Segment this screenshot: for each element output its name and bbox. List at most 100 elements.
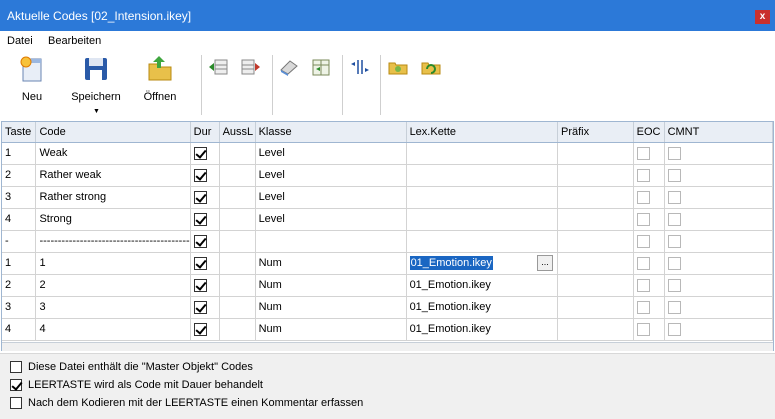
cell-code[interactable]: Rather weak	[35, 164, 191, 187]
save-button[interactable]: Speichern	[66, 54, 126, 103]
dur-checkbox[interactable]	[193, 190, 207, 204]
dur-checkbox[interactable]	[193, 212, 207, 226]
eoc-checkbox[interactable]	[636, 190, 650, 204]
table-row[interactable]: 1 1 Num 01_Emotion.ikey...	[2, 252, 774, 275]
cell-dur[interactable]	[190, 274, 220, 297]
cell-taste[interactable]: 3	[2, 296, 37, 319]
cell-code[interactable]: Strong	[35, 208, 191, 231]
cell-aussl[interactable]	[219, 252, 256, 275]
cell-cmnt[interactable]	[664, 230, 774, 253]
cell-lex-kette[interactable]	[406, 164, 559, 187]
eoc-checkbox[interactable]	[636, 300, 650, 314]
cell-praefix[interactable]	[557, 274, 634, 297]
col-header-aussl[interactable]: AussL	[219, 122, 256, 143]
dur-checkbox[interactable]	[193, 322, 207, 336]
cell-klasse[interactable]: Level	[255, 186, 407, 209]
close-button[interactable]: x	[755, 10, 770, 24]
table-row[interactable]: 4 4 Num 01_Emotion.ikey	[2, 318, 774, 341]
cell-eoc[interactable]	[633, 186, 665, 209]
cmnt-checkbox[interactable]	[667, 168, 681, 182]
cell-lex-kette[interactable]	[406, 230, 559, 253]
codes-table[interactable]: Taste Code Dur AussL Klasse Lex.Kette Pr…	[1, 121, 774, 351]
eoc-checkbox[interactable]	[636, 168, 650, 182]
eoc-checkbox[interactable]	[636, 212, 650, 226]
cell-code[interactable]: 1	[35, 252, 191, 275]
col-header-taste[interactable]: Taste	[2, 122, 37, 143]
insert-row-right-icon[interactable]	[240, 57, 262, 77]
table-row[interactable]: - ---------------------------------------…	[2, 230, 774, 253]
dur-checkbox[interactable]	[193, 234, 207, 248]
col-header-cmnt[interactable]: CMNT	[664, 122, 774, 143]
cell-code[interactable]: Rather strong	[35, 186, 191, 209]
cell-dur[interactable]	[190, 318, 220, 341]
cell-code[interactable]: 3	[35, 296, 191, 319]
table-refresh-icon[interactable]	[310, 57, 332, 77]
cell-klasse[interactable]	[255, 230, 407, 253]
cell-eoc[interactable]	[633, 164, 665, 187]
eoc-checkbox[interactable]	[636, 256, 650, 270]
eraser-icon[interactable]	[278, 57, 300, 77]
cell-lex-kette[interactable]: 01_Emotion.ikey	[406, 318, 559, 341]
cell-aussl[interactable]	[219, 230, 256, 253]
col-header-praefix[interactable]: Präfix	[557, 122, 634, 143]
col-header-eoc[interactable]: EOC	[633, 122, 665, 143]
cell-klasse[interactable]: Level	[255, 164, 407, 187]
cell-taste[interactable]: 4	[2, 208, 37, 231]
cell-taste[interactable]: 2	[2, 164, 37, 187]
cell-aussl[interactable]	[219, 296, 256, 319]
cell-lex-kette[interactable]: 01_Emotion.ikey	[406, 274, 559, 297]
table-row[interactable]: 2 Rather weak Level	[2, 164, 774, 187]
cell-cmnt[interactable]	[664, 186, 774, 209]
cell-cmnt[interactable]	[664, 208, 774, 231]
cell-lex-kette[interactable]	[406, 142, 559, 165]
cell-praefix[interactable]	[557, 208, 634, 231]
cell-cmnt[interactable]	[664, 274, 774, 297]
cell-lex-kette[interactable]: 01_Emotion.ikey	[406, 296, 559, 319]
folder-key-icon[interactable]	[387, 57, 409, 77]
table-row[interactable]: 1 Weak Level	[2, 142, 774, 165]
cell-lex-kette[interactable]: 01_Emotion.ikey...	[406, 252, 559, 275]
cell-dur[interactable]	[190, 230, 220, 253]
cell-klasse[interactable]: Num	[255, 274, 407, 297]
insert-row-left-icon[interactable]	[207, 57, 229, 77]
cell-code[interactable]: 2	[35, 274, 191, 297]
cell-aussl[interactable]	[219, 186, 256, 209]
cell-aussl[interactable]	[219, 142, 256, 165]
col-header-dur[interactable]: Dur	[190, 122, 220, 143]
cmnt-checkbox[interactable]	[667, 322, 681, 336]
cell-eoc[interactable]	[633, 230, 665, 253]
cell-klasse[interactable]: Num	[255, 318, 407, 341]
cell-cmnt[interactable]	[664, 142, 774, 165]
cell-aussl[interactable]	[219, 318, 256, 341]
dur-checkbox[interactable]	[193, 168, 207, 182]
menu-datei[interactable]: Datei	[7, 35, 33, 47]
cmnt-checkbox[interactable]	[667, 234, 681, 248]
horizontal-scrollbar[interactable]	[2, 342, 773, 351]
cell-aussl[interactable]	[219, 274, 256, 297]
option-comment-after-coding[interactable]: Nach dem Kodieren mit der LEERTASTE eine…	[10, 397, 363, 410]
cell-lex-kette[interactable]	[406, 208, 559, 231]
cell-klasse[interactable]: Level	[255, 142, 407, 165]
col-header-lex-kette[interactable]: Lex.Kette	[406, 122, 559, 143]
cell-praefix[interactable]	[557, 186, 634, 209]
cell-klasse[interactable]: Level	[255, 208, 407, 231]
cell-aussl[interactable]	[219, 208, 256, 231]
checkbox-master-object[interactable]	[10, 361, 22, 374]
cmnt-checkbox[interactable]	[667, 212, 681, 226]
table-row[interactable]: 4 Strong Level	[2, 208, 774, 231]
cell-dur[interactable]	[190, 142, 220, 165]
cell-eoc[interactable]	[633, 208, 665, 231]
cell-dur[interactable]	[190, 164, 220, 187]
cell-code[interactable]: Weak	[35, 142, 191, 165]
cell-taste[interactable]: -	[2, 230, 37, 253]
cell-praefix[interactable]	[557, 318, 634, 341]
column-move-icon[interactable]	[349, 57, 371, 77]
table-row[interactable]: 2 2 Num 01_Emotion.ikey	[2, 274, 774, 297]
cell-code[interactable]: 4	[35, 318, 191, 341]
cell-praefix[interactable]	[557, 252, 634, 275]
dur-checkbox[interactable]	[193, 300, 207, 314]
cell-cmnt[interactable]	[664, 318, 774, 341]
cell-eoc[interactable]	[633, 274, 665, 297]
cmnt-checkbox[interactable]	[667, 300, 681, 314]
cell-cmnt[interactable]	[664, 296, 774, 319]
